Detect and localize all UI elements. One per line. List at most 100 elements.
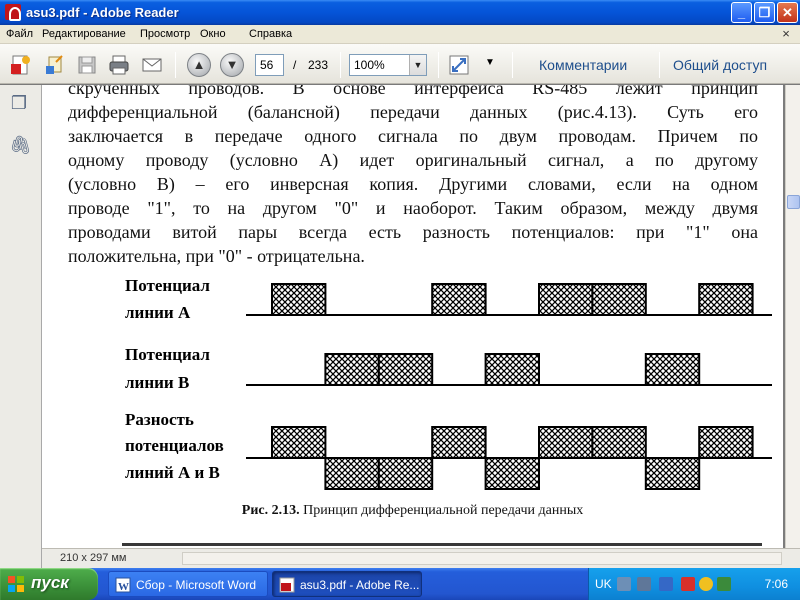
minimize-button[interactable]: _ bbox=[731, 2, 752, 23]
zoom-select[interactable]: 100% ▼ bbox=[349, 54, 427, 76]
pulse-b bbox=[377, 353, 434, 386]
previous-page-button[interactable]: ▲ bbox=[187, 53, 211, 77]
toolbar-separator bbox=[659, 52, 660, 78]
arrow-down-icon: ▼ bbox=[225, 57, 239, 72]
pulse-diff-negative bbox=[644, 457, 701, 490]
signal-diff-pulses bbox=[271, 426, 754, 490]
pulse-b bbox=[644, 353, 701, 386]
print-icon[interactable] bbox=[108, 54, 130, 76]
clock: 7:06 bbox=[764, 577, 788, 591]
menu-help[interactable]: Справка bbox=[249, 28, 292, 40]
label-diff-1: Разность bbox=[125, 410, 194, 429]
speaker-icon[interactable] bbox=[659, 577, 673, 591]
pulse-b bbox=[484, 353, 541, 386]
pulse-a bbox=[698, 283, 754, 316]
toolbar-separator bbox=[512, 52, 513, 78]
share-button[interactable]: Общий доступ bbox=[673, 57, 767, 73]
paragraph-line: проводами витой пары всегда есть разност… bbox=[68, 222, 758, 242]
pulse-b bbox=[324, 353, 380, 386]
task-word[interactable]: W Сбор - Microsoft Word bbox=[108, 571, 268, 597]
pages-panel-icon[interactable]: ❐ bbox=[9, 93, 29, 115]
security-icon[interactable] bbox=[717, 577, 731, 591]
paragraph-line: скрученных проводов. В основе интерфейса… bbox=[68, 85, 758, 98]
label-diff-3: линий А и В bbox=[125, 463, 220, 482]
pulse-a bbox=[591, 283, 647, 316]
signal-b-pulses bbox=[324, 353, 701, 386]
figure-caption: Рис. 2.13. Принцип дифференциальной пере… bbox=[42, 503, 783, 519]
next-page-button[interactable]: ▼ bbox=[220, 53, 244, 77]
pulse-diff-positive bbox=[538, 426, 594, 459]
document-close-icon[interactable]: × bbox=[779, 27, 793, 41]
maximize-button[interactable]: ❐ bbox=[754, 2, 775, 23]
keyboard-icon[interactable] bbox=[617, 577, 631, 591]
label-line-a-1: Потенциал bbox=[125, 276, 210, 295]
paragraph-line: (условно В) – его инверсная копия. Други… bbox=[68, 174, 758, 194]
taskbar: пуск W Сбор - Microsoft Word asu3.pdf - … bbox=[0, 568, 800, 600]
paragraph-line: одному проводу (условно А) идет оригинал… bbox=[68, 150, 758, 170]
open-icon[interactable] bbox=[44, 54, 66, 76]
pulse-diff-positive bbox=[591, 426, 647, 459]
pulse-diff-negative bbox=[324, 457, 380, 490]
caption-text: Принцип дифференциальной передачи данных bbox=[299, 503, 584, 518]
menu-window[interactable]: Окно bbox=[200, 28, 226, 40]
tools-dropdown-icon[interactable]: ▼ bbox=[485, 57, 495, 68]
close-icon: ✕ bbox=[782, 5, 793, 20]
page-total: 233 bbox=[308, 58, 329, 72]
paragraph-line: проводе "1", то на другом "0" и наоборот… bbox=[68, 198, 758, 218]
chevron-down-icon[interactable]: ▼ bbox=[409, 55, 426, 75]
task-adobe-reader[interactable]: asu3.pdf - Adobe Re... bbox=[272, 571, 422, 597]
menu-view[interactable]: Просмотр bbox=[140, 28, 190, 40]
toolbar-separator bbox=[340, 52, 341, 78]
antivirus-icon[interactable] bbox=[681, 577, 695, 591]
language-indicator[interactable]: UK bbox=[595, 577, 612, 591]
signal-a-pulses bbox=[271, 283, 754, 316]
menu-edit[interactable]: Редактирование bbox=[42, 28, 126, 40]
start-button[interactable]: пуск bbox=[0, 568, 98, 600]
zoom-value: 100% bbox=[354, 58, 385, 72]
page-separator: / bbox=[293, 58, 297, 72]
pdf-icon bbox=[279, 577, 295, 593]
pulse-a bbox=[538, 283, 594, 316]
navigation-panel: ❐ 🖇 bbox=[0, 85, 42, 568]
pulse-diff-positive bbox=[431, 426, 487, 459]
start-label: пуск bbox=[31, 573, 69, 592]
horizontal-scrollbar[interactable] bbox=[182, 552, 782, 565]
window-title: asu3.pdf - Adobe Reader bbox=[26, 5, 179, 20]
body-paragraph: скрученных проводов. В основе интерфейса… bbox=[68, 85, 758, 268]
toolbar-separator bbox=[175, 52, 176, 78]
save-icon[interactable] bbox=[76, 54, 98, 76]
email-icon[interactable] bbox=[141, 54, 163, 76]
document-viewport[interactable]: скрученных проводов. В основе интерфейса… bbox=[42, 85, 785, 548]
adobe-reader-icon bbox=[5, 4, 21, 21]
status-bar: 210 x 297 мм bbox=[42, 548, 800, 568]
page-number-input[interactable]: 56 bbox=[255, 54, 284, 76]
minimize-icon: _ bbox=[737, 5, 746, 20]
menu-bar: Файл Редактирование Просмотр Окно Справк… bbox=[0, 25, 800, 44]
toolbar-separator bbox=[438, 52, 439, 78]
windows-logo-icon bbox=[8, 576, 25, 592]
fit-page-icon[interactable] bbox=[448, 54, 470, 76]
word-icon: W bbox=[115, 577, 131, 593]
paragraph-line: положительна, при "0" - отрицательна. bbox=[68, 246, 365, 266]
pulse-diff-negative bbox=[377, 457, 434, 490]
create-pdf-icon[interactable] bbox=[10, 54, 32, 76]
label-line-b-1: Потенциал bbox=[125, 345, 210, 364]
label-line-b-2: линии В bbox=[125, 373, 189, 392]
close-button[interactable]: ✕ bbox=[777, 2, 798, 23]
network-icon[interactable] bbox=[637, 577, 651, 591]
scroll-thumb[interactable] bbox=[787, 195, 800, 209]
vertical-scrollbar[interactable] bbox=[785, 85, 800, 548]
pdf-page: скрученных проводов. В основе интерфейса… bbox=[42, 85, 783, 548]
caption-number: Рис. 2.13. bbox=[241, 503, 300, 518]
pulse-diff-positive bbox=[271, 426, 327, 459]
attachments-paperclip-icon[interactable]: 🖇 bbox=[9, 135, 32, 157]
label-line-a-2: линии А bbox=[125, 303, 191, 322]
pulse-a bbox=[271, 283, 327, 316]
menu-file[interactable]: Файл bbox=[6, 28, 33, 40]
restore-icon: ❐ bbox=[758, 5, 771, 20]
arrow-up-icon: ▲ bbox=[192, 57, 206, 72]
svg-text:W: W bbox=[118, 581, 129, 593]
comments-button[interactable]: Комментарии bbox=[539, 57, 627, 73]
warning-icon[interactable] bbox=[699, 577, 713, 591]
title-bar[interactable]: asu3.pdf - Adobe Reader _ ❐ ✕ bbox=[0, 0, 800, 25]
